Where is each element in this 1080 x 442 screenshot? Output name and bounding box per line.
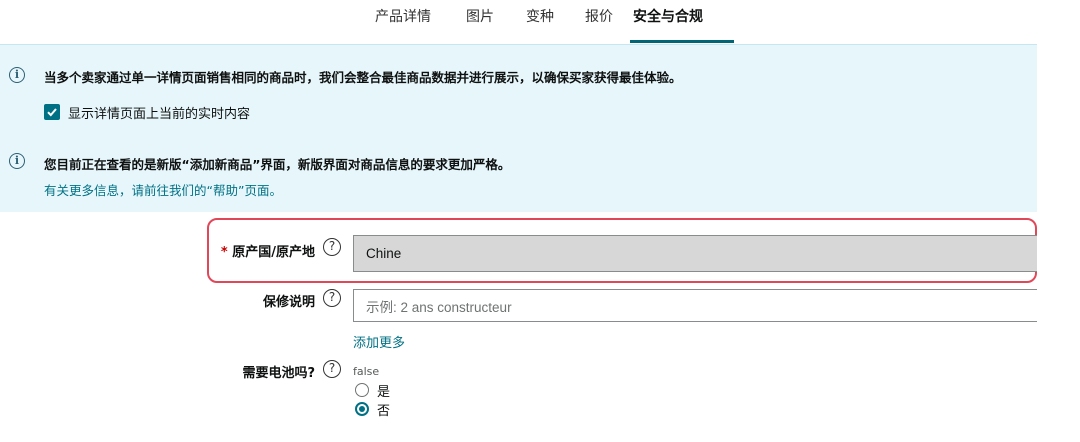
help-icon[interactable]: ? — [323, 238, 341, 256]
battery-label: 需要电池吗? — [242, 366, 315, 381]
battery-hint: false — [353, 365, 380, 378]
tab-product-details[interactable]: 产品详情 — [375, 6, 431, 26]
info-message-merge: 当多个卖家通过单一详情页面销售相同的商品时，我们会整合最佳商品数据并进行展示，以… — [44, 70, 682, 85]
tab-offer[interactable]: 报价 — [585, 6, 613, 26]
info-panel: i 当多个卖家通过单一详情页面销售相同的商品时，我们会整合最佳商品数据并进行展示… — [0, 44, 1037, 212]
info-message-new-version: 您目前正在查看的是新版“添加新商品”界面，新版界面对商品信息的要求更加严格。 — [44, 157, 511, 172]
info-icon: i — [9, 153, 25, 169]
help-icon[interactable]: ? — [323, 360, 341, 378]
checkmark-icon — [47, 108, 57, 117]
active-tab-indicator — [630, 40, 734, 43]
origin-input[interactable]: Chine — [353, 235, 1037, 272]
help-icon[interactable]: ? — [323, 289, 341, 307]
battery-option-no: 否 — [377, 404, 391, 419]
tab-images[interactable]: 图片 — [466, 6, 494, 26]
battery-option-yes: 是 — [377, 385, 391, 400]
show-live-content-checkbox[interactable] — [44, 104, 60, 120]
warranty-input[interactable]: 示例: 2 ans constructeur — [353, 289, 1037, 322]
show-live-content-label: 显示详情页面上当前的实时内容 — [68, 107, 251, 122]
battery-radio-no[interactable] — [355, 402, 369, 416]
help-page-link[interactable]: 有关更多信息，请前往我们的“帮助”页面。 — [44, 180, 282, 199]
warranty-label: 保修说明 — [262, 295, 315, 310]
tab-variations[interactable]: 变种 — [526, 6, 554, 26]
info-icon: i — [9, 67, 25, 83]
tab-bar: 产品详情 图片 变种 报价 安全与合规 — [0, 0, 1080, 44]
origin-label: * 原产国/原产地 — [220, 245, 315, 260]
add-more-link[interactable]: 添加更多 — [353, 332, 405, 351]
tab-safety-compliance[interactable]: 安全与合规 — [633, 6, 703, 26]
required-mark: * — [220, 245, 228, 260]
battery-radio-yes[interactable] — [355, 383, 369, 397]
